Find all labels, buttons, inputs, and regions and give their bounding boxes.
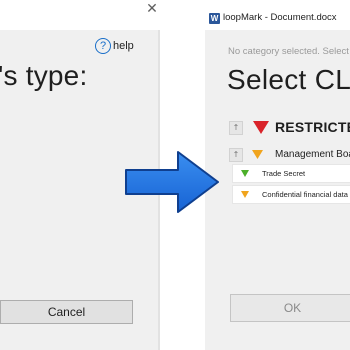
sub-classification-confidential-financial-data[interactable]: Confidential financial data <box>232 185 350 204</box>
sub-classification-trade-secret[interactable]: Trade Secret <box>232 164 350 183</box>
classification-label: RESTRICTED <box>275 119 350 135</box>
help-link[interactable]: ? help <box>95 37 134 55</box>
sort-up-icon[interactable]: ↑ <box>229 121 243 135</box>
title-bar: W loopMark - Document.docx <box>205 0 350 30</box>
sub-classification-label: Confidential financial data <box>262 190 348 199</box>
sort-up-icon[interactable]: ↑ <box>229 148 243 162</box>
question-icon: ? <box>95 38 111 54</box>
classification-label: Management Boa <box>275 149 350 160</box>
window-title: loopMark - Document.docx <box>223 12 337 23</box>
green-triangle-icon <box>241 170 249 177</box>
close-icon[interactable]: ✕ <box>145 2 159 16</box>
sub-classification-label: Trade Secret <box>262 169 306 178</box>
orange-triangle-icon <box>252 150 263 159</box>
orange-triangle-icon <box>241 191 249 198</box>
classification-restricted[interactable]: ↑ RESTRICTED <box>205 117 350 137</box>
dialog-heading: 's type: <box>0 60 88 91</box>
classification-management-board[interactable]: ↑ Management Boa <box>205 145 350 165</box>
word-icon: W <box>209 13 220 24</box>
selection-hint: No category selected. Select <box>228 46 349 57</box>
dialog-heading: Select CLA <box>227 64 350 95</box>
help-label: help <box>113 40 134 52</box>
red-triangle-icon <box>253 121 269 134</box>
ok-button[interactable]: OK <box>230 294 350 322</box>
right-arrow-icon <box>125 151 219 213</box>
cancel-button[interactable]: Cancel <box>0 300 133 324</box>
